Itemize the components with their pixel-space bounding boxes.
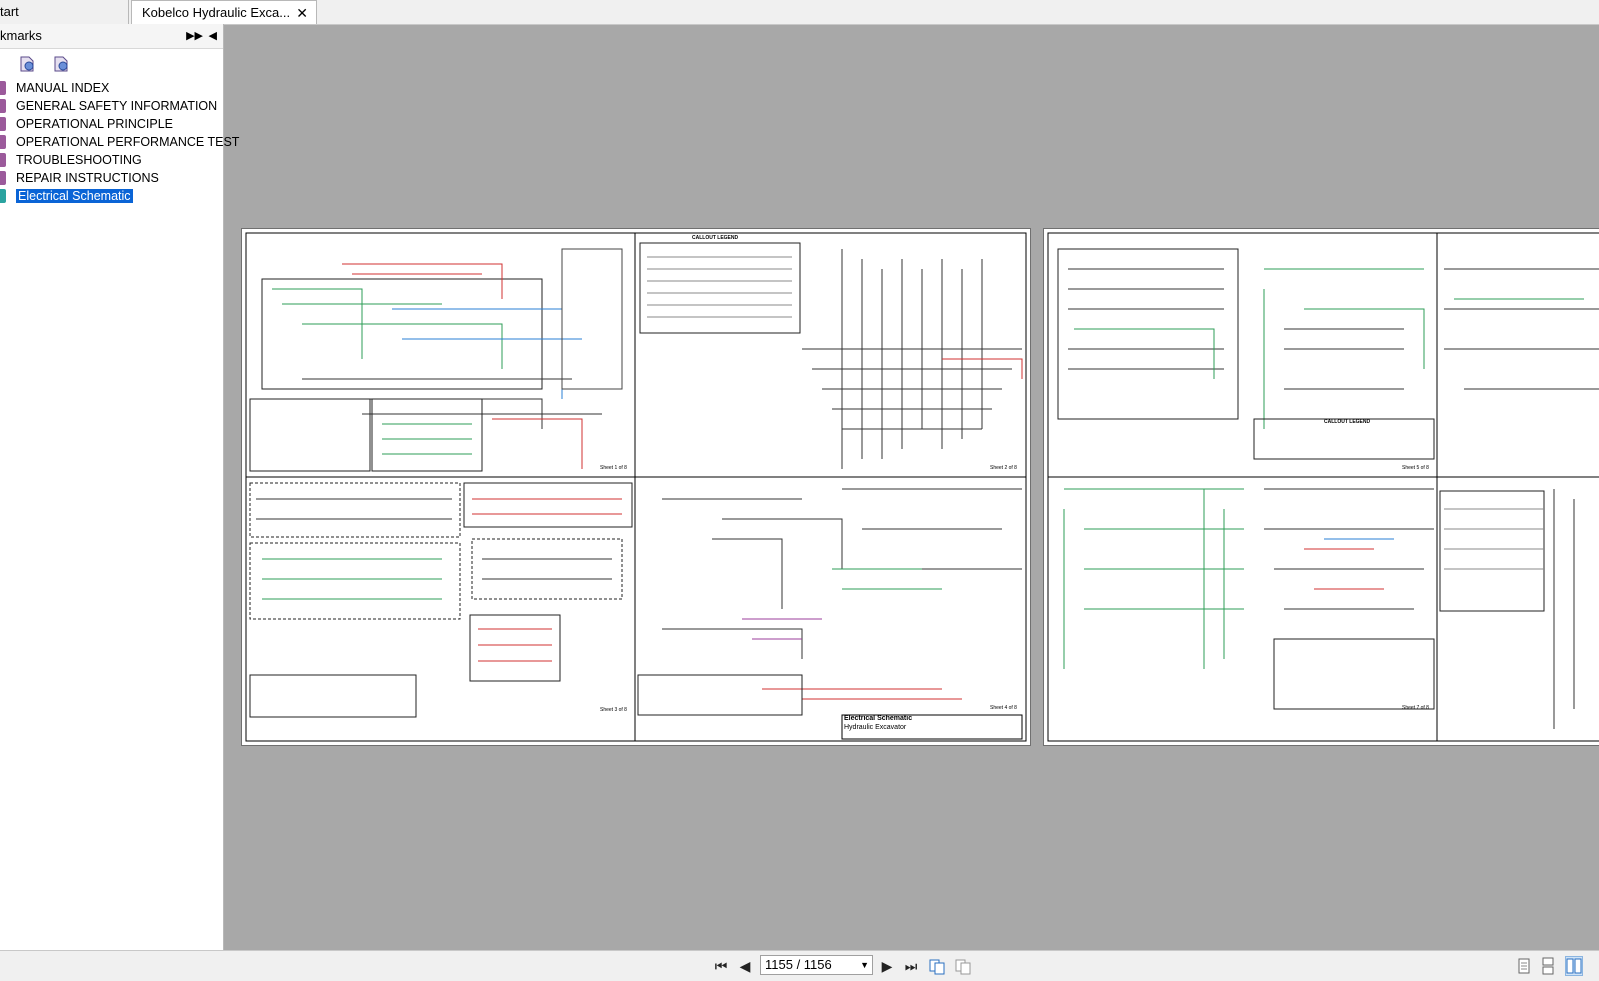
page-number-input[interactable]: 1155 / 1156 ▼	[760, 955, 873, 975]
bookmark-list: MANUAL INDEX GENERAL SAFETY INFORMATION …	[0, 79, 239, 205]
schematic-drawing	[1047, 232, 1599, 742]
bookmarks-header: kmarks ▶▶ ◀	[0, 24, 223, 49]
sheet-label: Sheet 4 of 8	[990, 705, 1017, 711]
sheet-label: Sheet 1 of 8	[600, 465, 627, 471]
document-page[interactable]: Sheet 5 of 8 Sheet 7 of 8 CALLOUT LEGEND	[1043, 228, 1599, 746]
previous-view-icon[interactable]	[928, 957, 946, 975]
last-page-icon[interactable]: ⏭	[902, 957, 920, 975]
first-page-icon[interactable]: ⏮	[712, 957, 730, 975]
close-icon[interactable]: ✕	[296, 1, 308, 24]
sheet-label: Sheet 7 of 8	[1402, 705, 1429, 711]
chevron-down-icon[interactable]: ▼	[860, 956, 869, 974]
bookmark-icon	[0, 99, 6, 113]
next-view-icon[interactable]	[954, 957, 972, 975]
bookmark-icon	[0, 171, 6, 185]
sheet-label: Sheet 5 of 8	[1402, 465, 1429, 471]
schematic-drawing	[245, 232, 1027, 742]
bookmark-item[interactable]: OPERATIONAL PERFORMANCE TEST	[0, 133, 239, 151]
bookmark-label: REPAIR INSTRUCTIONS	[16, 171, 159, 185]
bookmark-icon	[0, 81, 6, 95]
bookmark-item[interactable]: REPAIR INSTRUCTIONS	[0, 169, 223, 187]
legend-title: CALLOUT LEGEND	[692, 235, 739, 241]
sheet-label: Sheet 3 of 8	[600, 707, 627, 713]
bookmark-icon	[0, 189, 6, 203]
page-number-value: 1155 / 1156	[765, 957, 832, 972]
bookmark-item-selected[interactable]: Electrical Schematic	[0, 187, 223, 205]
bookmarks-panel: kmarks ▶▶ ◀ MANUAL INDEX GENERAL SAFETY …	[0, 24, 239, 950]
single-page-view-icon[interactable]	[1516, 957, 1532, 975]
title-block-subtitle: Hydraulic Excavator	[844, 724, 907, 731]
double-chevron-right-icon[interactable]: ▶▶	[186, 24, 203, 48]
bookmark-label: GENERAL SAFETY INFORMATION	[16, 99, 218, 113]
two-page-view-icon[interactable]	[1565, 956, 1583, 976]
previous-page-icon[interactable]: ◀	[736, 957, 754, 975]
bookmark-label: OPERATIONAL PERFORMANCE TEST	[16, 135, 240, 149]
bookmark-item[interactable]: TROUBLESHOOTING	[0, 151, 223, 169]
legend-title: CALLOUT LEGEND	[1324, 419, 1371, 425]
triangle-left-icon[interactable]: ◀	[209, 24, 217, 48]
sheet-label: Sheet 2 of 8	[990, 465, 1017, 471]
tab-start[interactable]: tart	[0, 0, 129, 24]
continuous-view-icon[interactable]	[1540, 957, 1556, 975]
title-block: Electrical Schematic Hydraulic Excavator	[844, 714, 912, 732]
bookmark-label: Electrical Schematic	[16, 189, 133, 203]
tab-document[interactable]: Kobelco Hydraulic Exca... ✕	[131, 0, 317, 24]
bookmark-collapse-icon[interactable]	[52, 55, 70, 73]
bookmark-label: OPERATIONAL PRINCIPLE	[16, 117, 173, 131]
bookmark-item[interactable]: GENERAL SAFETY INFORMATION	[0, 97, 223, 115]
bookmark-icon	[0, 135, 6, 149]
bookmark-label: MANUAL INDEX	[16, 81, 110, 95]
document-page[interactable]: Electrical Schematic Hydraulic Excavator…	[241, 228, 1031, 746]
bookmark-item[interactable]: OPERATIONAL PRINCIPLE	[0, 115, 223, 133]
bookmark-item[interactable]: MANUAL INDEX	[0, 79, 223, 97]
bookmark-expand-icon[interactable]	[18, 55, 36, 73]
tab-label: Kobelco Hydraulic Exca...	[142, 5, 291, 20]
bookmark-label: TROUBLESHOOTING	[16, 153, 142, 167]
navigation-toolbar: ⏮ ◀ 1155 / 1156 ▼ ▶ ⏭	[0, 950, 1599, 981]
tab-label: tart	[0, 4, 19, 19]
bookmark-icon	[0, 117, 6, 131]
next-page-icon[interactable]: ▶	[878, 957, 896, 975]
title-block-title: Electrical Schematic	[844, 715, 913, 722]
bookmarks-toolbar	[0, 49, 223, 79]
tab-bar: tart Kobelco Hydraulic Exca... ✕	[0, 0, 1599, 25]
bookmarks-title: kmarks	[0, 28, 42, 43]
bookmark-icon	[0, 153, 6, 167]
